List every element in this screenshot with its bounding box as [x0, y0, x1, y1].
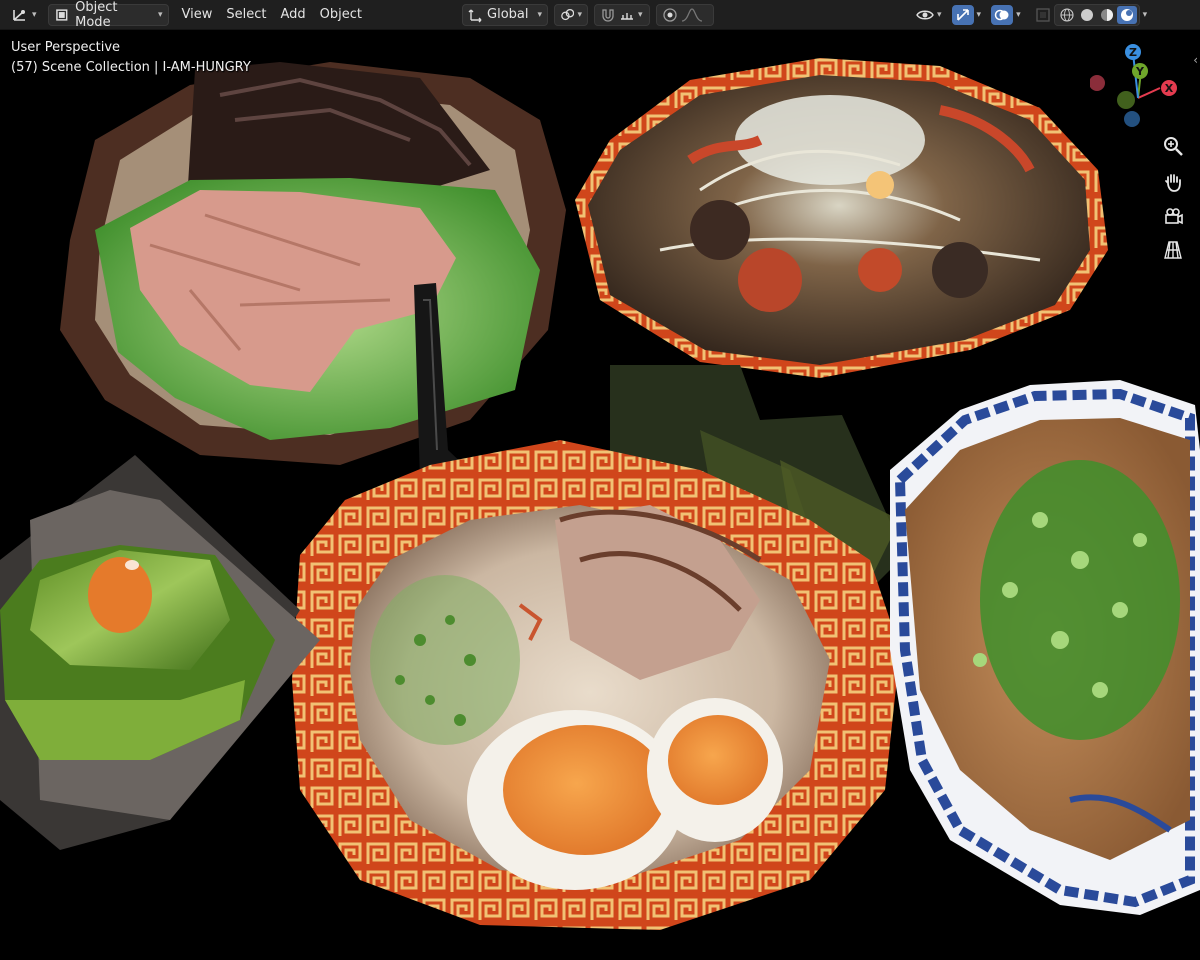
snap-increment-icon: [621, 12, 634, 20]
3d-viewport[interactable]: User Perspective (57) Scene Collection |…: [0, 31, 1200, 960]
collection-info: (57) Scene Collection | I-AM-HUNGRY: [11, 60, 251, 75]
pan-button[interactable]: [1158, 167, 1188, 197]
gizmo-arrow-icon: [956, 8, 969, 21]
gizmo-x-label: X: [1165, 82, 1174, 95]
overlays-icon: [994, 9, 1009, 20]
chevron-down-icon: ▾: [976, 9, 982, 20]
orientation-label: Global: [487, 7, 529, 22]
proportional-edit-icon: [663, 7, 677, 22]
editor-type-button[interactable]: ▾: [6, 4, 42, 26]
wireframe-shading-button[interactable]: [1057, 6, 1077, 24]
mode-selector[interactable]: Object Mode ▾: [47, 0, 169, 30]
camera-icon: [1165, 208, 1183, 225]
pivot-point-selector[interactable]: ▾: [554, 3, 589, 26]
gizmo-neg-z[interactable]: [1124, 111, 1140, 127]
chevron-down-icon: ▾: [638, 9, 643, 20]
bowl-stirfry-sprouts[interactable]: [575, 58, 1108, 378]
navigation-gizmo[interactable]: X Y Z: [1089, 31, 1200, 141]
gizmo-toggle-active[interactable]: [951, 4, 974, 25]
material-shading-button[interactable]: [1097, 6, 1117, 24]
menu-object[interactable]: Object: [313, 4, 369, 26]
hand-pan-icon: [1165, 174, 1181, 192]
menu-add[interactable]: Add: [274, 4, 313, 26]
overlays-toggle-active[interactable]: [991, 4, 1014, 25]
gizmo-neg-x[interactable]: [1089, 75, 1105, 91]
chevron-down-icon: ▾: [937, 9, 942, 20]
shading-modes: [1053, 3, 1140, 26]
perspective-toggle-button[interactable]: [1158, 235, 1188, 265]
pivot-icon: [561, 8, 575, 20]
orientation-axes-icon: [468, 9, 482, 22]
menu-select[interactable]: Select: [219, 4, 273, 26]
falloff-curve-icon: [681, 7, 703, 22]
mode-label: Object Mode: [75, 0, 118, 30]
chevron-down-icon: ▾: [32, 9, 37, 20]
zoom-button[interactable]: [1158, 131, 1188, 161]
plate-green-onion-pork[interactable]: [890, 380, 1200, 915]
xray-toggle[interactable]: [1032, 4, 1054, 26]
chevron-down-icon: ▾: [1142, 9, 1148, 20]
axis-editor-icon: [13, 9, 25, 21]
xray-icon: [1035, 7, 1050, 22]
plate-chashu-greens[interactable]: [60, 62, 566, 465]
transform-orientation-selector[interactable]: Global ▾: [462, 3, 549, 26]
chevron-down-icon: ▾: [577, 9, 583, 20]
zoom-icon: [1164, 137, 1183, 156]
gizmo-neg-y[interactable]: [1117, 91, 1135, 109]
shading-options[interactable]: ▾: [1140, 4, 1151, 26]
rendered-sphere-icon: [1120, 8, 1133, 21]
snapping-group[interactable]: ▾: [594, 3, 651, 26]
grid-perspective-icon: [1164, 241, 1182, 259]
magnet-icon: [602, 8, 614, 22]
object-mode-icon: [55, 8, 67, 21]
camera-view-button[interactable]: [1158, 201, 1188, 231]
chevron-down-icon: ▾: [158, 9, 163, 20]
proportional-editing-group[interactable]: [656, 3, 715, 26]
solid-shading-button[interactable]: [1077, 6, 1097, 24]
view-name: User Perspective: [11, 40, 121, 55]
material-sphere-icon: [1100, 8, 1113, 21]
viewport-header: ▾ Object Mode ▾ View Select Add Object G…: [0, 0, 1200, 30]
wireframe-sphere-icon: [1060, 7, 1074, 22]
chevron-down-icon: ▾: [1016, 9, 1021, 20]
gizmo-z-label: Z: [1129, 46, 1137, 59]
rendered-shading-button[interactable]: [1116, 5, 1137, 24]
visibility-selector[interactable]: ▾: [911, 4, 947, 26]
overlays-toggle[interactable]: ▾: [986, 4, 1026, 26]
sidebar-toggle-arrow[interactable]: ‹: [1193, 53, 1198, 67]
chevron-down-icon: ▾: [537, 9, 543, 20]
scene-render: [0, 58, 1200, 930]
eye-icon: [916, 10, 934, 19]
gizmo-toggle[interactable]: ▾: [947, 4, 987, 26]
gizmo-y-label: Y: [1135, 65, 1145, 78]
menu-view[interactable]: View: [175, 4, 220, 26]
hexagon-green-dish[interactable]: [0, 455, 320, 850]
solid-sphere-icon: [1080, 8, 1093, 21]
